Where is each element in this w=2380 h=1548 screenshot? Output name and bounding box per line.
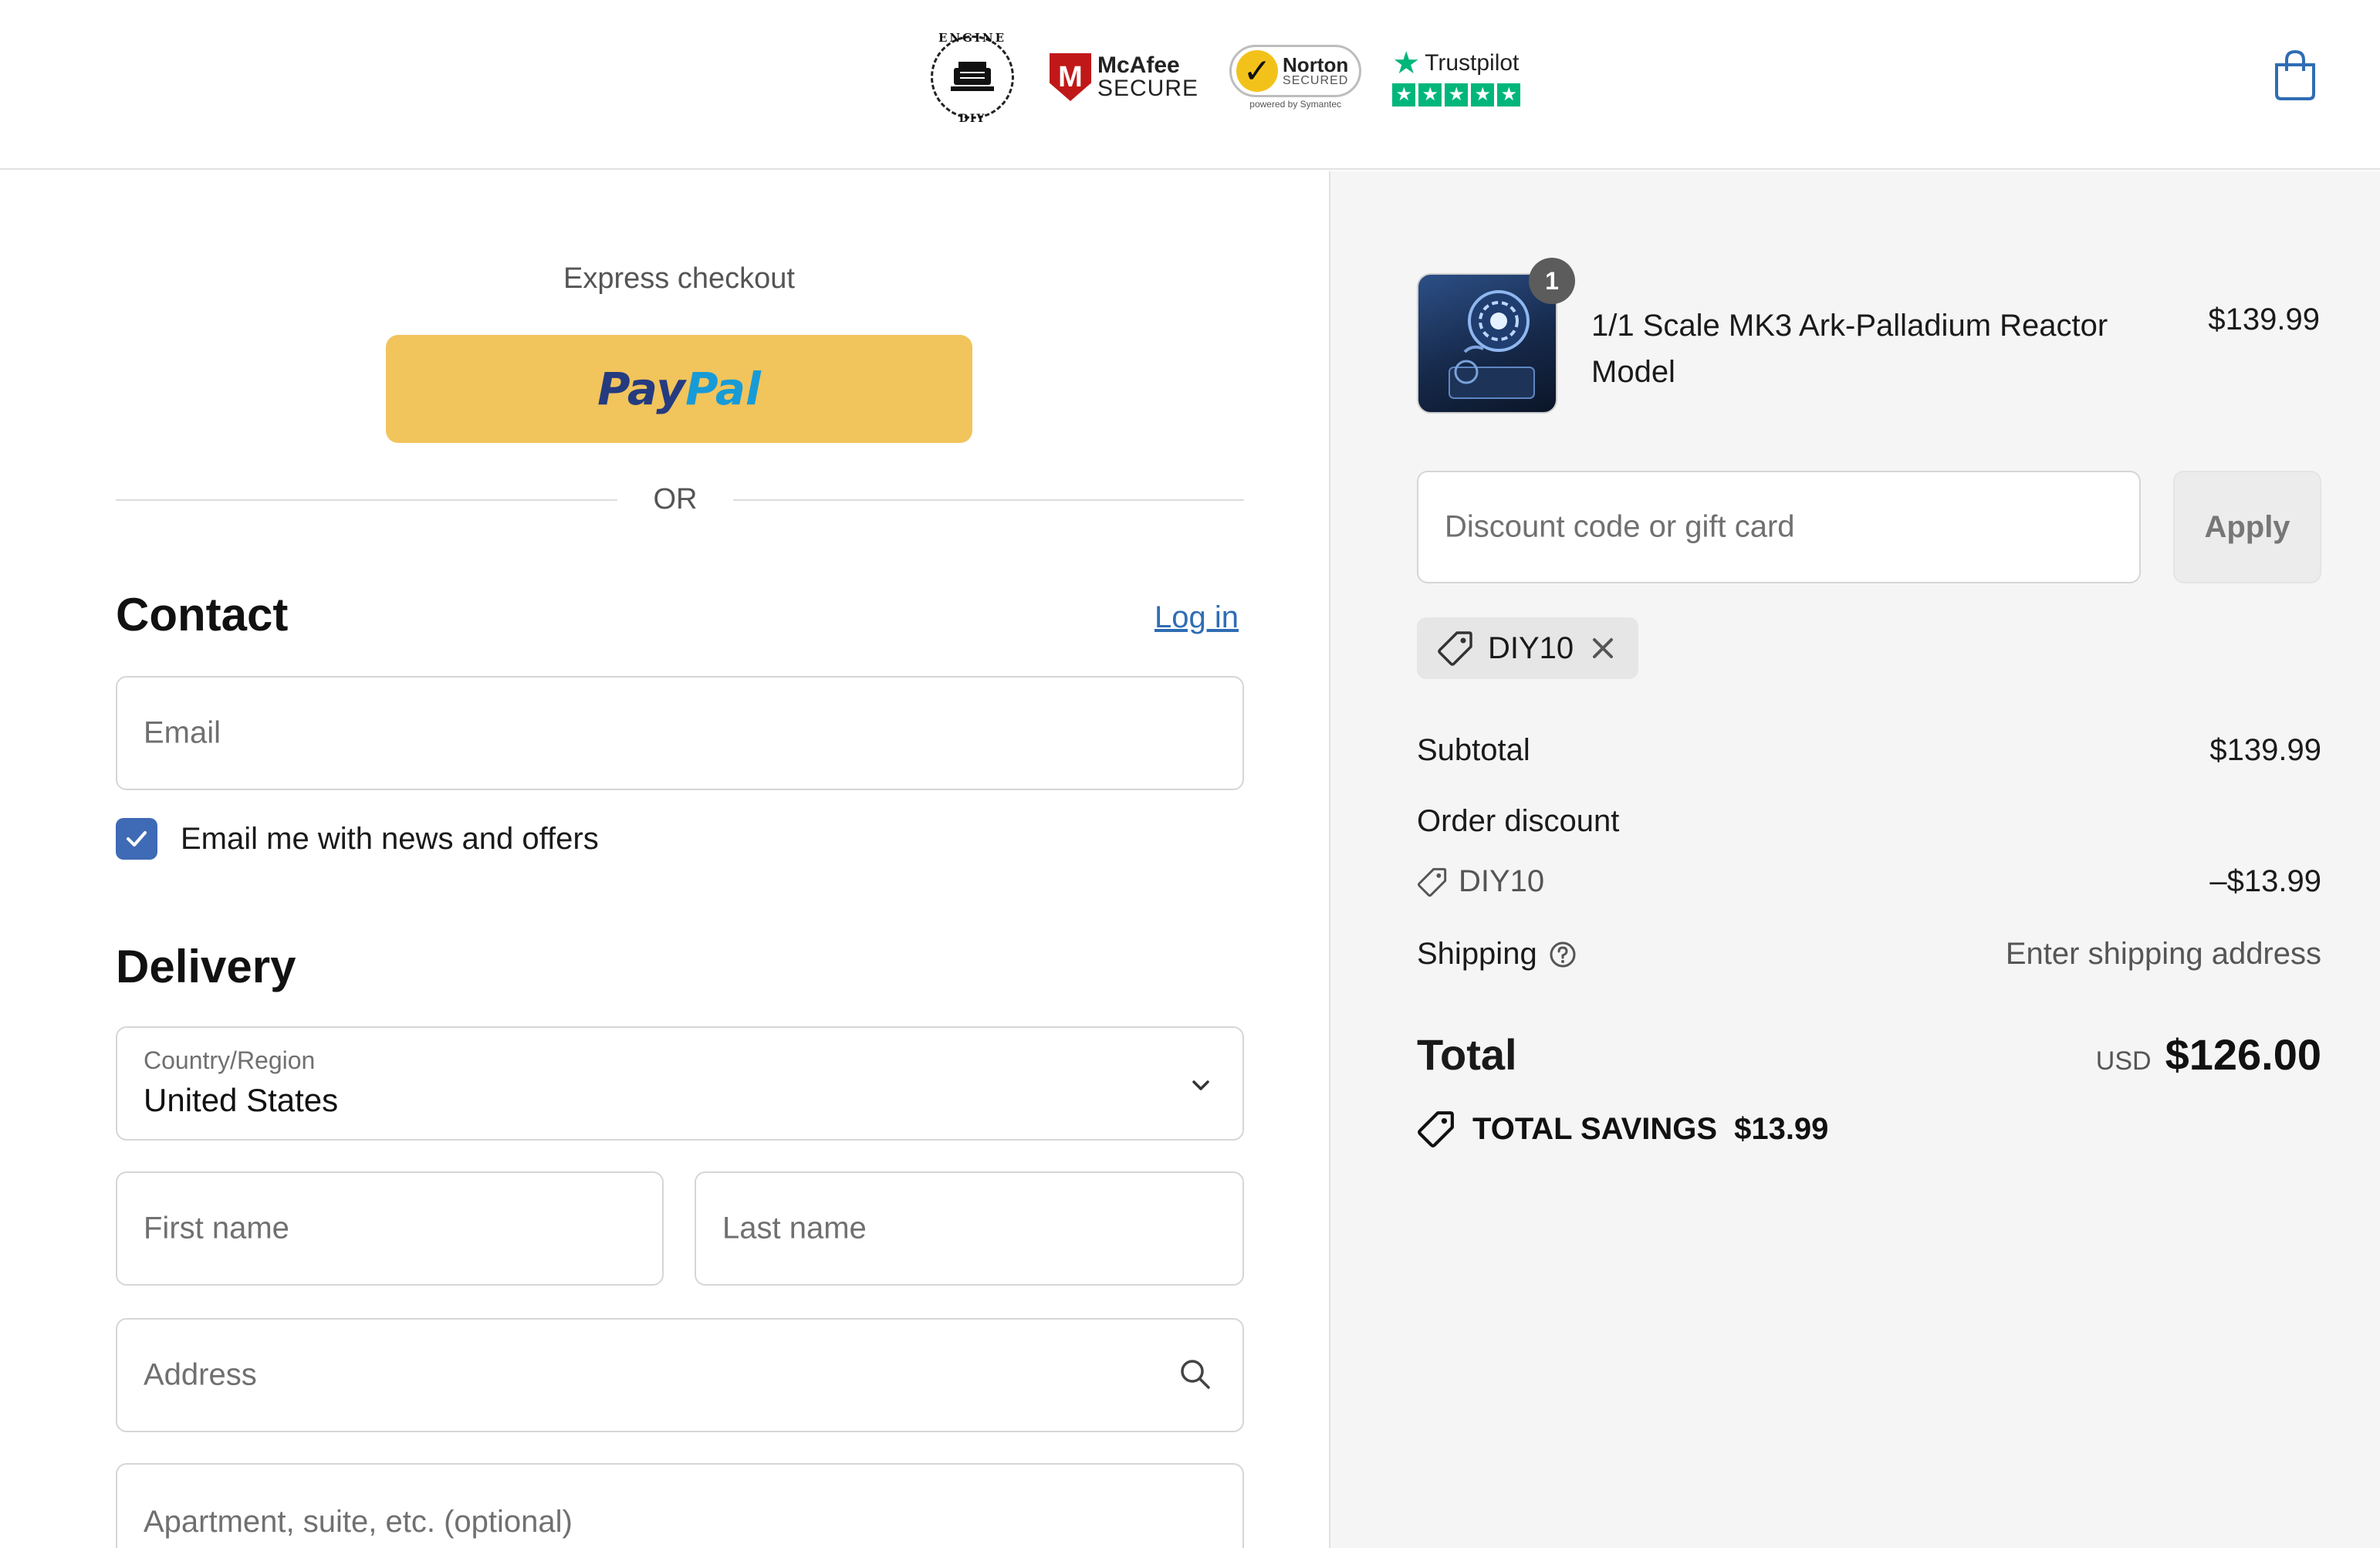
newsletter-checkbox[interactable] <box>116 818 157 860</box>
engine-diy-logo: ENGINE DIY <box>926 31 1019 125</box>
norton-text: Norton <box>1283 53 1349 76</box>
email-placeholder: Email <box>144 715 221 750</box>
order-summary: 1 1/1 Scale MK3 Ark-Palladium Reactor Mo… <box>1329 171 2380 1548</box>
trustpilot-badge: ★ Trustpilot ★ ★ ★ ★ ★ <box>1392 46 1521 106</box>
login-link[interactable]: Log in <box>1155 600 1239 635</box>
trustpilot-star-icon: ★ <box>1392 46 1421 80</box>
total-savings: TOTAL SAVINGS $13.99 <box>1417 1110 1828 1148</box>
or-divider: OR <box>116 480 1244 519</box>
newsletter-label: Email me with news and offers <box>181 821 599 856</box>
country-select[interactable]: Country/Region United States <box>116 1026 1244 1141</box>
engine-logo-bottom-text: DIY <box>958 113 986 125</box>
discount-code-input[interactable]: Discount code or gift card <box>1417 471 2141 583</box>
currency-code: USD <box>2095 1046 2152 1076</box>
last-name-placeholder: Last name <box>722 1211 867 1245</box>
savings-label: TOTAL SAVINGS <box>1472 1111 1718 1146</box>
discount-code-label: DIY10 <box>1417 864 1544 899</box>
norton-secured-badge: ✓ Norton SECURED powered by Symantec <box>1229 45 1362 110</box>
checkout-form: Express checkout Pay Pal OR Contact Log i… <box>0 171 1329 1548</box>
product-price: $139.99 <box>2208 303 2320 336</box>
subtotal-value: $139.99 <box>2209 733 2321 767</box>
discount-value: –$13.99 <box>2209 864 2321 898</box>
close-icon[interactable] <box>1587 633 1618 664</box>
apply-discount-button[interactable]: Apply <box>2173 471 2321 583</box>
shipping-label: Shipping <box>1417 937 1537 971</box>
country-label: Country/Region <box>144 1046 316 1074</box>
express-checkout-title: Express checkout <box>563 262 795 295</box>
norton-check-icon: ✓ <box>1236 50 1279 92</box>
order-discount-label: Order discount <box>1417 804 1620 838</box>
tag-icon <box>1418 867 1447 897</box>
total-value: $126.00 <box>2165 1030 2321 1079</box>
mcafee-shield-icon: M <box>1050 53 1091 101</box>
country-value: United States <box>144 1082 339 1118</box>
address-field[interactable]: Address <box>116 1318 1244 1432</box>
trust-badges: ENGINE DIY M McAfee SECURE ✓ Norton SECU… <box>926 31 1521 125</box>
first-name-placeholder: First name <box>144 1211 289 1245</box>
norton-secured-text: SECURED <box>1283 74 1349 87</box>
savings-value: $13.99 <box>1734 1111 1829 1146</box>
paypal-logo-pal: Pal <box>685 363 761 415</box>
apartment-field[interactable]: Apartment, suite, etc. (optional) <box>116 1463 1244 1548</box>
trustpilot-text: Trustpilot <box>1425 50 1520 76</box>
paypal-button[interactable]: Pay Pal <box>386 335 972 443</box>
search-icon[interactable] <box>1176 1355 1215 1394</box>
contact-heading: Contact <box>116 589 289 640</box>
address-placeholder: Address <box>144 1357 257 1392</box>
shipping-value: Enter shipping address <box>2005 937 2321 971</box>
engine-icon <box>951 62 994 91</box>
first-name-field[interactable]: First name <box>116 1171 664 1286</box>
discount-placeholder: Discount code or gift card <box>1445 509 1795 544</box>
quantity-badge: 1 <box>1529 258 1575 304</box>
mcafee-text: McAfee <box>1097 52 1180 78</box>
engine-logo-top-text: ENGINE <box>938 31 1007 45</box>
subtotal-label: Subtotal <box>1417 733 1530 767</box>
mcafee-secure-text: SECURE <box>1097 76 1199 101</box>
chevron-down-icon <box>1192 1080 1209 1090</box>
tag-icon <box>1438 631 1472 666</box>
apartment-placeholder: Apartment, suite, etc. (optional) <box>144 1505 573 1539</box>
email-field[interactable]: Email <box>116 676 1244 790</box>
norton-subtext: powered by Symantec <box>1249 99 1342 110</box>
applied-code-chip: DIY10 <box>1417 617 1639 679</box>
newsletter-row: Email me with news and offers <box>116 818 599 860</box>
header: ENGINE DIY M McAfee SECURE ✓ Norton SECU… <box>0 0 2380 170</box>
total-value-group: USD $126.00 <box>2096 1029 2321 1080</box>
shipping-label-group: Shipping <box>1417 937 1577 972</box>
last-name-field[interactable]: Last name <box>695 1171 1244 1286</box>
trustpilot-rating-stars: ★ ★ ★ ★ ★ <box>1392 83 1521 106</box>
or-label: OR <box>653 483 698 515</box>
checkmark-icon <box>127 831 147 847</box>
product-name: 1/1 Scale MK3 Ark-Palladium Reactor Mode… <box>1591 309 2108 389</box>
mcafee-secure-badge: M McAfee SECURE <box>1050 53 1198 101</box>
applied-code-text: DIY10 <box>1488 630 1574 665</box>
paypal-logo-pay: Pay <box>597 363 686 415</box>
shopping-bag-icon[interactable] <box>2272 48 2318 102</box>
savings-tag-icon <box>1418 1111 1454 1147</box>
help-circle-icon[interactable] <box>1548 940 1577 969</box>
discount-code-text: DIY10 <box>1459 864 1545 898</box>
delivery-heading: Delivery <box>116 941 296 992</box>
total-label: Total <box>1417 1030 1517 1079</box>
